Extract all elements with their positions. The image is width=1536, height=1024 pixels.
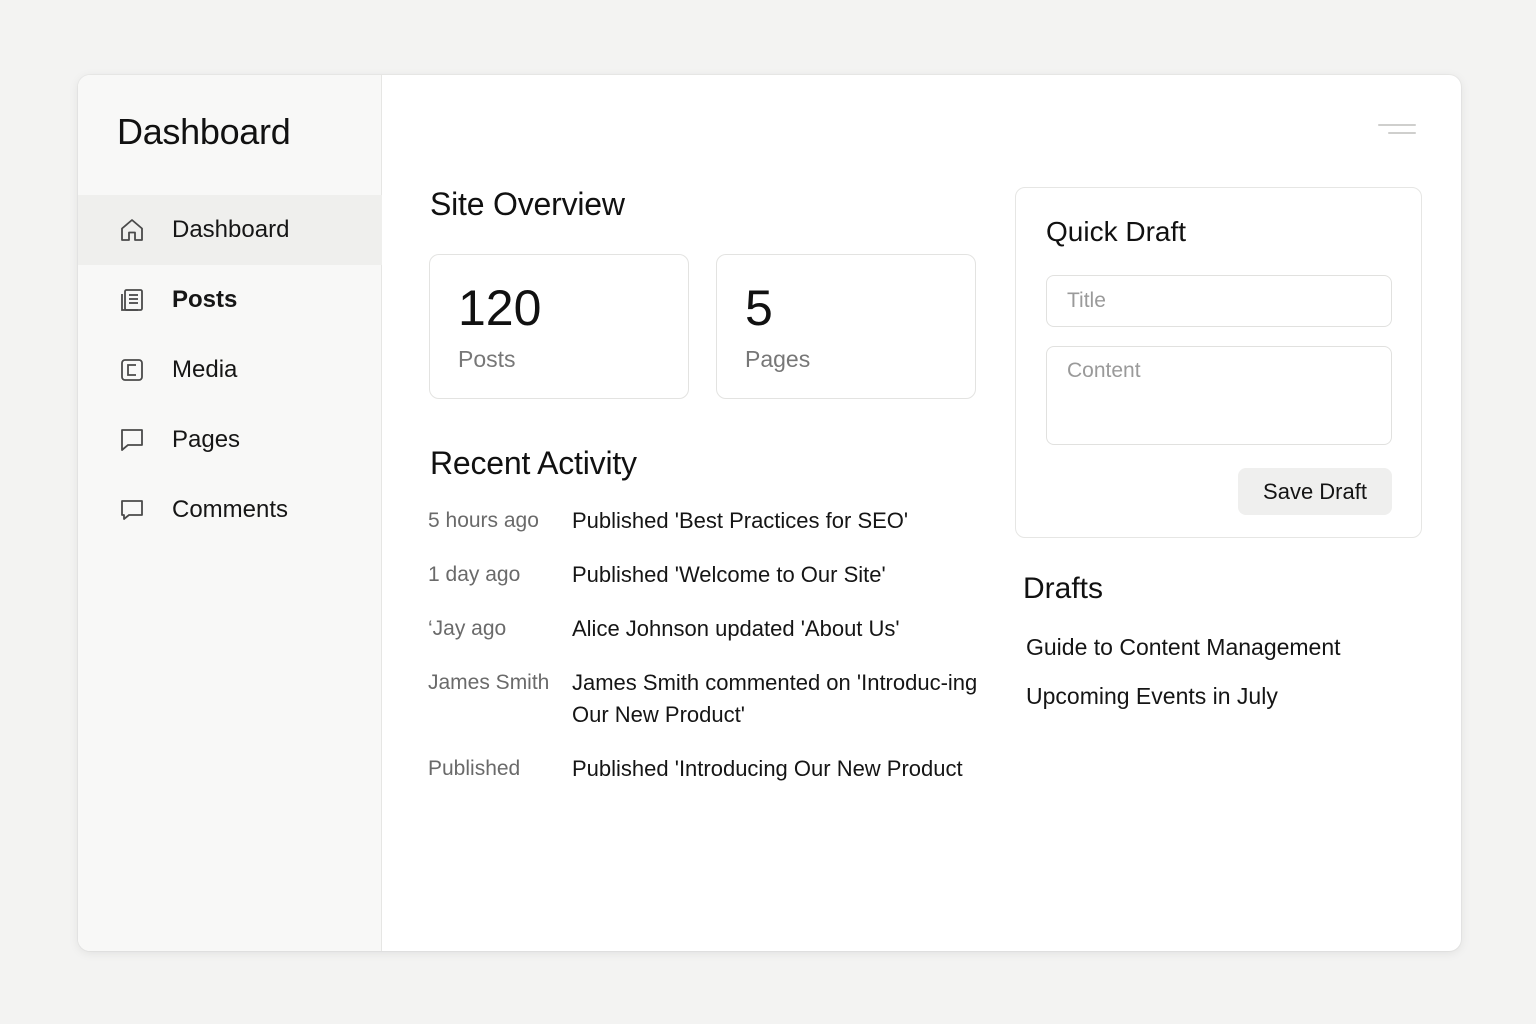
sidebar-item-media[interactable]: Media xyxy=(78,335,382,405)
quick-draft-title: Quick Draft xyxy=(1046,216,1187,247)
draft-content-input[interactable] xyxy=(1046,346,1392,445)
sidebar-item-label: Posts xyxy=(172,286,238,313)
comments-icon xyxy=(118,496,146,524)
draft-item[interactable]: Guide to Content Management xyxy=(1026,631,1341,663)
save-draft-button[interactable]: Save Draft xyxy=(1238,468,1392,515)
quick-draft-card: Quick Draft Save Draft xyxy=(1015,187,1422,538)
activity-time: James Smith xyxy=(428,671,550,694)
menu-icon[interactable] xyxy=(1378,121,1418,139)
pages-icon xyxy=(118,426,146,454)
list-item: Published Published 'Introducing Our New… xyxy=(428,753,1008,785)
sidebar-item-label: Pages xyxy=(172,426,241,453)
sidebar: Dashboard Dashboard Posts Media Pages Co… xyxy=(78,75,382,951)
sidebar-item-dashboard[interactable]: Dashboard xyxy=(78,195,382,265)
sidebar-item-comments[interactable]: Comments xyxy=(78,475,382,545)
activity-text: James Smith commented on 'Introduc-ing O… xyxy=(572,670,978,727)
activity-time: ‘Jay ago xyxy=(428,617,507,640)
activity-time: 1 day ago xyxy=(428,563,521,586)
sidebar-item-label: Comments xyxy=(172,496,289,523)
app-title: Dashboard xyxy=(117,111,291,152)
stat-value: 5 xyxy=(745,280,773,336)
sidebar-nav: Dashboard Posts Media Pages Comments xyxy=(78,195,382,545)
drafts-title: Drafts xyxy=(1023,572,1104,605)
home-icon xyxy=(118,216,146,244)
sidebar-item-pages[interactable]: Pages xyxy=(78,405,382,475)
list-item: 1 day ago Published 'Welcome to Our Site… xyxy=(428,559,1008,591)
activity-text: Alice Johnson updated 'About Us' xyxy=(572,616,900,641)
stat-label: Posts xyxy=(458,346,516,372)
stat-value: 120 xyxy=(458,280,542,336)
stat-card-pages[interactable]: 5 Pages xyxy=(716,254,976,399)
activity-text: Published 'Welcome to Our Site' xyxy=(572,562,886,587)
app-window: Dashboard Dashboard Posts Media Pages Co… xyxy=(78,75,1461,951)
activity-text: Published 'Best Practices for SEO' xyxy=(572,508,909,533)
activity-time: Published xyxy=(428,757,521,780)
draft-title-input[interactable] xyxy=(1046,275,1392,327)
draft-item[interactable]: Upcoming Events in July xyxy=(1026,680,1341,712)
sidebar-item-posts[interactable]: Posts xyxy=(78,265,382,335)
posts-icon xyxy=(118,286,146,314)
recent-activity-title: Recent Activity xyxy=(430,445,637,481)
activity-text: Published 'Introducing Our New Product xyxy=(572,756,963,781)
sidebar-item-label: Media xyxy=(172,356,238,383)
site-overview-title: Site Overview xyxy=(430,186,625,222)
stat-label: Pages xyxy=(745,346,811,372)
list-item: James Smith James Smith commented on 'In… xyxy=(428,667,1008,731)
sidebar-item-label: Dashboard xyxy=(172,216,290,243)
list-item: ‘Jay ago Alice Johnson updated 'About Us… xyxy=(428,613,1008,645)
media-icon xyxy=(118,356,146,384)
stat-card-posts[interactable]: 120 Posts xyxy=(429,254,689,399)
list-item: 5 hours ago Published 'Best Practices fo… xyxy=(428,505,1008,537)
activity-list: 5 hours ago Published 'Best Practices fo… xyxy=(428,505,1008,807)
activity-time: 5 hours ago xyxy=(428,509,539,532)
drafts-list: Guide to Content Management Upcoming Eve… xyxy=(1026,631,1341,729)
